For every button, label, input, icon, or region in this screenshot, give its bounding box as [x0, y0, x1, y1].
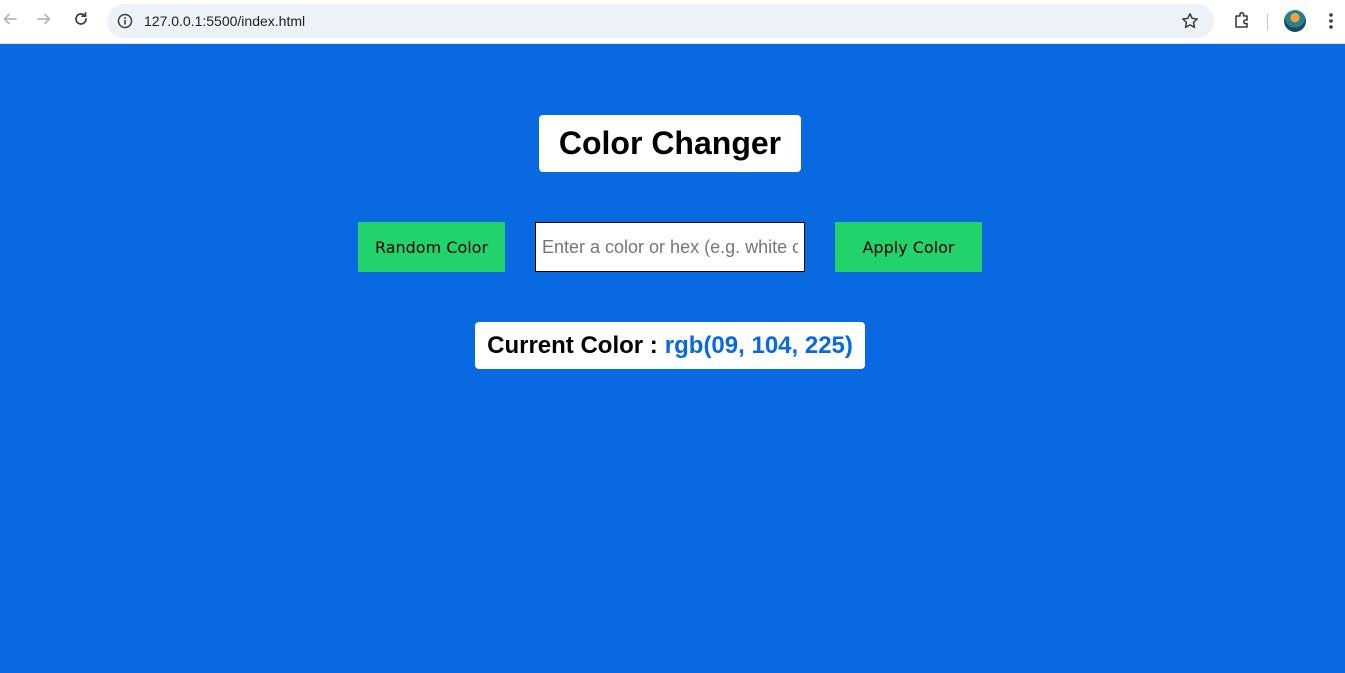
- color-input[interactable]: [535, 222, 805, 272]
- reload-button[interactable]: [68, 8, 94, 34]
- info-icon[interactable]: [115, 11, 135, 31]
- back-button[interactable]: [0, 8, 23, 34]
- random-color-button[interactable]: Random Color: [358, 222, 505, 272]
- address-bar[interactable]: 127.0.0.1:5500/index.html: [107, 4, 1214, 38]
- forward-button[interactable]: [31, 8, 57, 34]
- apply-color-button[interactable]: Apply Color: [835, 222, 982, 272]
- toolbar-divider: [1267, 14, 1268, 30]
- avatar[interactable]: [1284, 10, 1306, 32]
- page-body: Color Changer Random Color Apply Color C…: [0, 44, 1345, 673]
- url-text[interactable]: 127.0.0.1:5500/index.html: [144, 13, 305, 29]
- arrow-right-icon: [36, 11, 52, 32]
- page-title: Color Changer: [539, 115, 801, 172]
- arrow-left-icon: [2, 11, 18, 32]
- kebab-menu-icon[interactable]: [1320, 10, 1342, 32]
- puzzle-icon[interactable]: [1230, 9, 1254, 33]
- current-color-label: Current Color :: [487, 331, 658, 359]
- star-icon[interactable]: [1180, 11, 1200, 31]
- current-color-display: Current Color : rgb(09, 104, 225): [475, 322, 865, 369]
- current-color-value: rgb(09, 104, 225): [664, 331, 853, 359]
- browser-toolbar: 127.0.0.1:5500/index.html: [0, 0, 1345, 44]
- reload-icon: [73, 11, 89, 32]
